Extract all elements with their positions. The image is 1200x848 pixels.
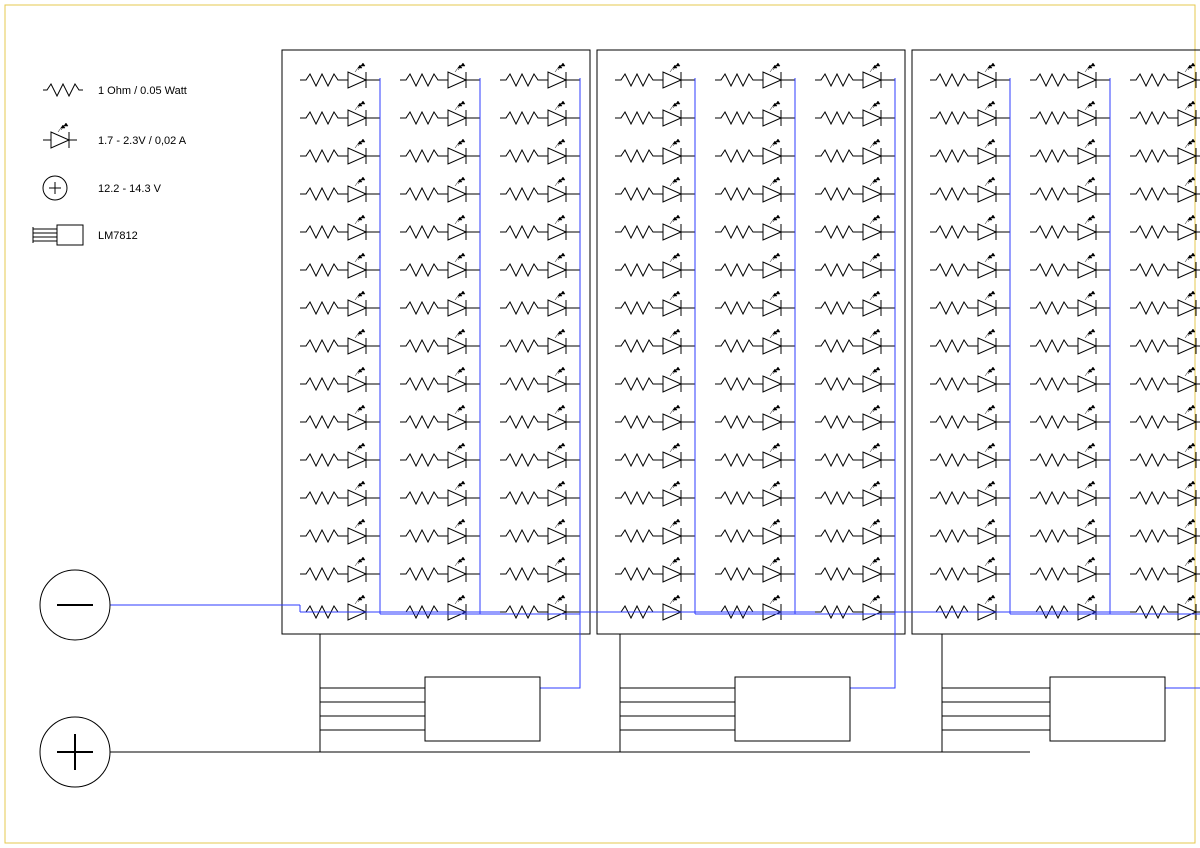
negative-terminal <box>40 570 110 640</box>
legend-source-label: 12.2 - 14.3 V <box>98 183 162 195</box>
legend-regulator-label: LM7812 <box>98 230 138 242</box>
regulator <box>735 677 850 741</box>
regulator <box>1050 677 1165 741</box>
positive-terminal <box>40 717 110 787</box>
regulator <box>425 677 540 741</box>
circuit-diagram: 1 Ohm / 0.05 Watt 1.7 - 2.3V / 0,02 A 12… <box>0 0 1200 848</box>
legend-resistor-label: 1 Ohm / 0.05 Watt <box>98 85 187 97</box>
outer-frame <box>5 5 1195 843</box>
legend-led-label: 1.7 - 2.3V / 0,02 A <box>98 135 187 147</box>
